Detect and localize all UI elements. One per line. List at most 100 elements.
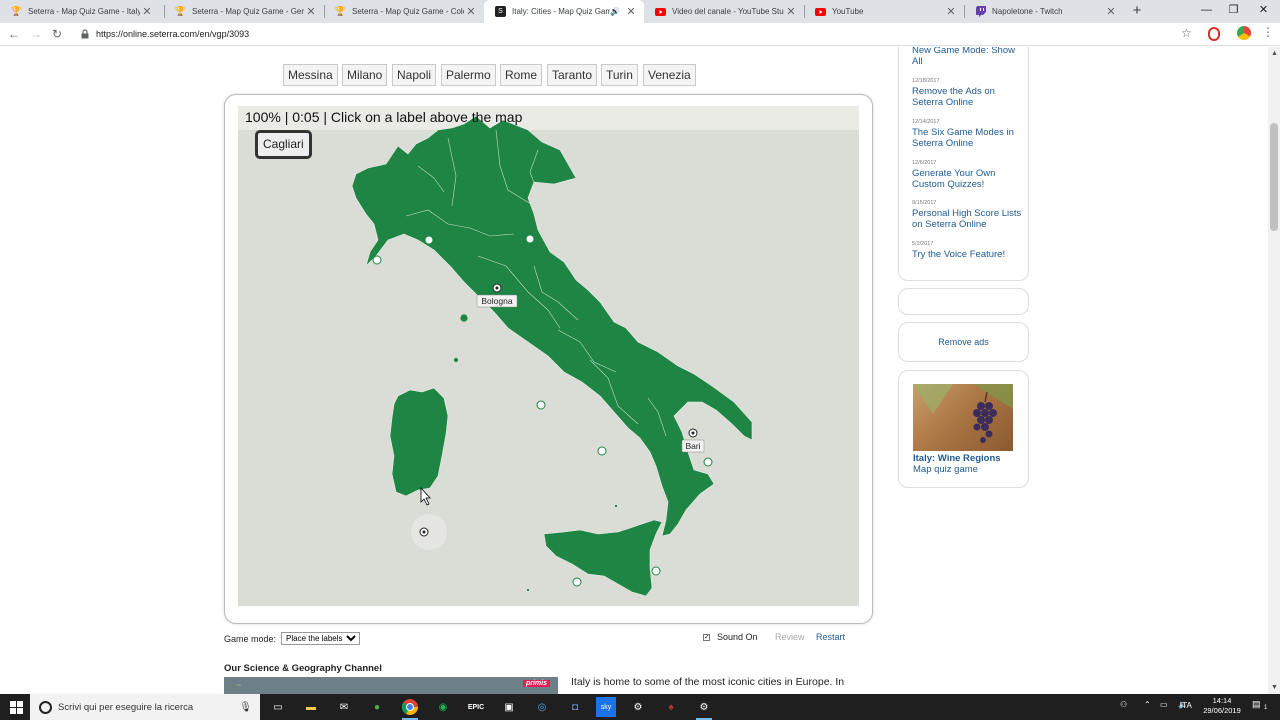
separator: | — [323, 109, 328, 125]
close-icon[interactable]: ✕ — [140, 5, 154, 18]
restart-link[interactable]: Restart — [816, 632, 845, 642]
remove-ads-link[interactable]: Remove ads — [938, 337, 989, 347]
close-icon[interactable]: ✕ — [464, 5, 478, 18]
close-icon[interactable]: ✕ — [784, 5, 798, 18]
label-button-napoli[interactable]: Napoli — [392, 64, 437, 86]
news-link[interactable]: The Six Game Modes in Seterra Online — [912, 127, 1024, 149]
scrollbar-thumb[interactable] — [1270, 123, 1278, 231]
city-dot[interactable] — [372, 255, 382, 265]
network-icon[interactable]: ▭ — [1160, 700, 1168, 709]
language-indicator[interactable]: ITA — [1180, 701, 1192, 710]
epic-games-icon[interactable]: EPIC — [466, 697, 486, 717]
game-mode-select[interactable]: Place the labels — [281, 632, 361, 645]
window-close-button[interactable]: ✕ — [1247, 0, 1280, 23]
menu-icon[interactable]: ⋮ — [1262, 25, 1274, 39]
clock[interactable]: 14:14 29/06/2019 — [1200, 696, 1244, 716]
discord-icon[interactable]: ◘ — [565, 697, 585, 717]
new-tab-button[interactable]: + — [1128, 2, 1146, 20]
profile-avatar[interactable] — [1237, 26, 1251, 40]
sky-icon[interactable]: sky — [596, 697, 616, 717]
roblox-icon[interactable]: ▣ — [499, 697, 519, 717]
tab-seterra-germany[interactable]: 🏆 Seterra - Map Quiz Game - Germ ✕ — [164, 0, 324, 23]
news-link[interactable]: Generate Your Own Custom Quizzes! — [912, 168, 1024, 190]
close-icon[interactable]: ✕ — [304, 5, 318, 18]
tab-youtube[interactable]: YouTube ✕ — [804, 0, 964, 23]
city-dot[interactable] — [536, 400, 546, 410]
label-button-venezia[interactable]: Venezia — [643, 64, 696, 86]
game-app-icon[interactable]: ♠ — [661, 697, 681, 717]
chevron-up-icon[interactable]: ⌃ — [1144, 700, 1151, 709]
tab-italy-cities[interactable]: S Italy: Cities - Map Quiz Game 🔊 ✕ — [484, 0, 644, 23]
city-dot[interactable] — [572, 577, 582, 587]
news-link[interactable]: Personal High Score Lists on Seterra Onl… — [912, 208, 1024, 230]
green-app-icon[interactable]: ● — [367, 697, 387, 717]
current-label-cagliari[interactable]: Cagliari — [255, 130, 312, 159]
close-icon[interactable]: ✕ — [624, 5, 638, 18]
tab-seterra-colorado[interactable]: 🏆 Seterra - Map Quiz Game - Colo ✕ — [324, 0, 484, 23]
wine-grapes-image[interactable] — [913, 384, 1013, 451]
label-button-rome[interactable]: Rome — [500, 64, 543, 86]
video-player[interactable]: ~ primis — [224, 677, 558, 694]
reload-button[interactable]: ↻ — [48, 25, 66, 43]
city-dot[interactable] — [525, 234, 535, 244]
tab-twitch[interactable]: Napoletone - Twitch ✕ — [964, 0, 1124, 23]
sardinia-region[interactable] — [389, 387, 449, 497]
sound-toggle[interactable]: ✓ Sound On — [703, 632, 758, 642]
close-icon[interactable]: ✕ — [1104, 5, 1118, 18]
browser-app-icon[interactable]: ◎ — [532, 697, 552, 717]
tab-seterra-italy[interactable]: 🏆 Seterra - Map Quiz Game - Italy ✕ — [0, 0, 160, 23]
city-dot[interactable] — [424, 235, 434, 245]
restore-button[interactable]: ❐ — [1217, 0, 1250, 23]
bookmark-star-icon[interactable]: ☆ — [1181, 26, 1192, 40]
city-dot[interactable] — [651, 566, 661, 576]
steam-icon[interactable]: ⚙ — [694, 697, 714, 720]
back-button[interactable]: ← — [5, 25, 23, 43]
file-explorer-icon[interactable]: ▬ — [301, 697, 321, 717]
url-text: https://online.seterra.com/en/vgp/3093 — [96, 29, 250, 39]
taskbar-search[interactable]: Scrivi qui per eseguire la ricerca 🎙 — [30, 694, 260, 720]
review-link[interactable]: Review — [775, 632, 805, 642]
address-bar[interactable]: https://online.seterra.com/en/vgp/3093 — [74, 24, 1202, 44]
news-date: 12/14/2017 — [912, 119, 940, 125]
spotify-icon[interactable]: ◉ — [433, 697, 453, 717]
steam-icon[interactable]: ⚙ — [628, 697, 648, 717]
label-button-messina[interactable]: Messina — [283, 64, 338, 86]
scroll-up-arrow-icon[interactable]: ▲ — [1271, 50, 1278, 57]
label-button-turin[interactable]: Turin — [601, 64, 638, 86]
windows-start-icon[interactable] — [6, 697, 26, 717]
mail-icon[interactable]: ✉ — [334, 697, 354, 717]
trophy-icon: 🏆 — [10, 6, 23, 16]
forward-button[interactable]: → — [27, 25, 45, 43]
tab-title: Video del canale - YouTube Stud — [672, 7, 784, 16]
news-link[interactable]: New Game Mode: Show All — [912, 47, 1024, 67]
sicily-region[interactable] — [543, 519, 663, 597]
scroll-down-arrow-icon[interactable]: ▼ — [1271, 684, 1278, 691]
city-dot[interactable] — [703, 457, 713, 467]
notification-icon[interactable]: ▤ — [1252, 699, 1261, 710]
sound-checkbox[interactable]: ✓ — [703, 633, 710, 641]
empty-sidebar-box — [898, 288, 1029, 315]
youtube-icon — [815, 6, 826, 17]
task-view-icon[interactable]: ▭ — [268, 697, 288, 717]
news-link[interactable]: Remove the Ads on Seterra Online — [912, 86, 1024, 108]
tab-youtube-studio[interactable]: Video del canale - YouTube Stud ✕ — [644, 0, 804, 23]
news-link[interactable]: Try the Voice Feature! — [912, 249, 1024, 260]
promo-title[interactable]: Italy: Wine Regions — [913, 453, 1001, 464]
speaker-icon[interactable]: 🔊 — [610, 7, 620, 16]
city-dot[interactable] — [597, 446, 607, 456]
close-icon[interactable]: ✕ — [944, 5, 958, 18]
people-icon[interactable]: ⚇ — [1120, 700, 1127, 709]
promo-subtitle[interactable]: Map quiz game — [913, 464, 978, 475]
promo-card[interactable]: Italy: Wine Regions Map quiz game — [898, 370, 1029, 488]
remove-ads-box[interactable]: Remove ads — [898, 322, 1029, 362]
microphone-icon[interactable]: 🎙 — [239, 702, 252, 713]
extension-icon[interactable] — [1208, 27, 1220, 41]
separator: | — [284, 109, 289, 125]
city-dot-center — [422, 530, 426, 534]
label-button-taranto[interactable]: Taranto — [547, 64, 598, 86]
chrome-icon[interactable] — [400, 697, 420, 720]
page-scrollbar[interactable]: ▲ ▼ — [1268, 47, 1280, 694]
label-button-milano[interactable]: Milano — [342, 64, 388, 86]
label-button-palermo[interactable]: Palermo — [441, 64, 496, 86]
youtube-icon — [655, 6, 666, 17]
